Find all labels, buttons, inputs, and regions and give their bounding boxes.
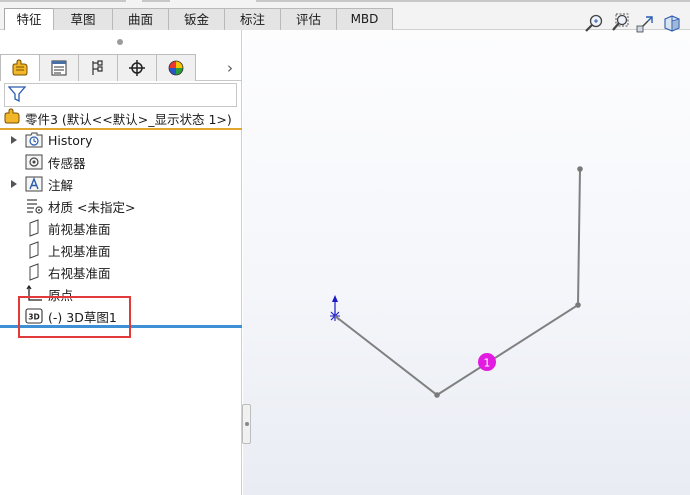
- sketch-point[interactable]: [434, 392, 440, 398]
- sketch-polyline[interactable]: [334, 168, 581, 397]
- step-marker: 1: [478, 353, 496, 371]
- 3d-sketch-canvas: 1: [330, 166, 583, 398]
- sketch-point[interactable]: [577, 166, 583, 172]
- step-marker-label: 1: [484, 357, 491, 370]
- sketch-point[interactable]: [575, 302, 581, 308]
